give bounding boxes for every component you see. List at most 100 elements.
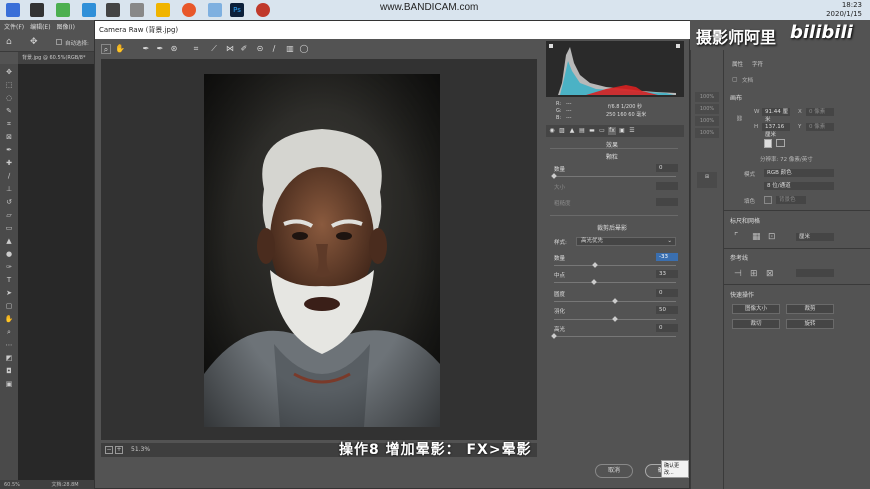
brush-tool-icon[interactable]: ∕	[4, 172, 14, 180]
tab-basic-icon[interactable]: ◉	[548, 127, 556, 135]
trim-button[interactable]: 裁切	[732, 319, 780, 329]
image-preview[interactable]	[101, 59, 537, 440]
document-tab[interactable]: 背景.jpg @ 60.5%(RGB/8*	[18, 52, 100, 64]
mail-icon[interactable]	[82, 3, 96, 17]
eraser-icon[interactable]: ▱	[4, 211, 14, 219]
tab-calibration-icon[interactable]: ▣	[618, 127, 626, 135]
eyedropper-icon[interactable]: ✒	[4, 146, 14, 154]
vignette-style-select[interactable]: 高光优先 ⌄	[576, 237, 676, 246]
folder-icon[interactable]	[156, 3, 170, 17]
pixel-grid-icon[interactable]: ⊡	[768, 232, 776, 242]
crop-button[interactable]: 裁剪	[786, 304, 834, 314]
redeye-icon[interactable]: ⊝	[255, 44, 265, 54]
record-icon[interactable]	[256, 3, 270, 17]
healing-icon[interactable]: ✚	[4, 159, 14, 167]
color-sampler-icon[interactable]: ✒	[155, 44, 165, 54]
link-icon[interactable]: ⛓	[736, 116, 743, 122]
color-swatches-icon[interactable]: ◩	[4, 354, 14, 362]
vignette-roundness-value[interactable]: 0	[656, 289, 678, 297]
home-icon[interactable]: ⌂	[6, 37, 12, 47]
zoom-tool-icon[interactable]: ⌕	[4, 328, 14, 336]
more-tools-icon[interactable]: ⋯	[4, 341, 14, 349]
crop-tool-icon[interactable]: ⌗	[191, 44, 201, 54]
slider-thumb[interactable]	[551, 173, 557, 179]
blur-icon[interactable]: ▲	[4, 237, 14, 245]
app-icon[interactable]	[56, 3, 70, 17]
tab-curve-icon[interactable]: ▨	[558, 127, 566, 135]
fill-select[interactable]: 背景色	[776, 196, 806, 204]
hand-tool-icon[interactable]: ✋	[115, 44, 125, 54]
side-item[interactable]: 100%	[695, 92, 719, 102]
autoselect-checkbox[interactable]	[56, 39, 62, 45]
store-icon[interactable]	[30, 3, 44, 17]
targeted-adjust-icon[interactable]: ⊛	[169, 44, 179, 54]
vignette-roundness-slider[interactable]	[554, 298, 676, 304]
tab-split-icon[interactable]: ▬	[588, 127, 596, 135]
history-brush-icon[interactable]: ↺	[4, 198, 14, 206]
pen-tool-icon[interactable]: ✑	[4, 263, 14, 271]
tab-character[interactable]: 字符	[752, 60, 763, 68]
guide-layout-icon[interactable]: ⊞	[750, 269, 758, 279]
depth-select[interactable]: 8 位/通道	[764, 182, 834, 190]
white-balance-icon[interactable]: ✒	[141, 44, 151, 54]
move-tool-icon[interactable]: ✥	[30, 37, 38, 47]
landscape-orientation-icon[interactable]	[776, 139, 785, 147]
zoom-in-icon[interactable]: +	[115, 446, 123, 454]
crop-tool-icon[interactable]: ⌗	[4, 120, 14, 128]
mode-select[interactable]: RGB 颜色	[764, 169, 834, 177]
grain-amount-value[interactable]: 0	[656, 164, 678, 172]
spot-removal-icon[interactable]: ✐	[239, 44, 249, 54]
slider-thumb[interactable]	[612, 298, 618, 304]
type-tool-icon[interactable]: T	[4, 276, 14, 284]
fill-swatch[interactable]	[764, 196, 772, 204]
grid-icon[interactable]: ▦	[752, 232, 761, 242]
vignette-highlights-slider[interactable]	[551, 333, 676, 339]
side-item[interactable]: 100%	[695, 104, 719, 114]
menu-edit[interactable]: 编辑(E)	[30, 22, 50, 31]
camera-icon[interactable]	[106, 3, 120, 17]
photoshop-icon[interactable]: Ps	[230, 3, 244, 17]
vignette-feather-slider[interactable]	[554, 316, 676, 322]
tab-lens-icon[interactable]: ▭	[598, 127, 606, 135]
units-select[interactable]: 厘米	[796, 233, 834, 241]
transform-icon[interactable]: ⋈	[225, 44, 235, 54]
guide-lock-icon[interactable]: ⊠	[766, 269, 774, 279]
vignette-feather-value[interactable]: 50	[656, 306, 678, 314]
quickmask-icon[interactable]: ◘	[4, 367, 14, 375]
frame-tool-icon[interactable]: ⊠	[4, 133, 14, 141]
path-select-icon[interactable]: ➤	[4, 289, 14, 297]
panel-toggle-icon[interactable]: ⊞	[697, 172, 717, 188]
radial-filter-icon[interactable]: ◯	[299, 44, 309, 54]
browser-icon[interactable]	[182, 3, 196, 17]
tab-fx-icon[interactable]: fx	[608, 127, 616, 135]
side-item[interactable]: 100%	[695, 116, 719, 126]
menu-image[interactable]: 图像(I)	[56, 22, 74, 31]
hand-tool-icon[interactable]: ✋	[4, 315, 14, 323]
guide-add-icon[interactable]: ⊣	[734, 269, 742, 279]
side-item[interactable]: 100%	[695, 128, 719, 138]
tab-detail-icon[interactable]: ▲	[568, 127, 576, 135]
zoom-tool-icon[interactable]: ⌕	[101, 44, 111, 54]
vignette-midpoint-value[interactable]: 33	[656, 270, 678, 278]
app2-icon[interactable]	[208, 3, 222, 17]
zoom-out-icon[interactable]: −	[105, 446, 113, 454]
tab-hsl-icon[interactable]: ▤	[578, 127, 586, 135]
menu-file[interactable]: 文件(F)	[4, 22, 24, 31]
portrait-orientation-icon[interactable]	[764, 139, 772, 148]
guide-style-select[interactable]	[796, 269, 834, 277]
tab-properties[interactable]: 属性	[732, 60, 743, 68]
zoom-level[interactable]: 51.3%	[131, 446, 150, 453]
vignette-amount-slider[interactable]	[554, 262, 676, 268]
quick-select-icon[interactable]: ✎	[4, 107, 14, 115]
slider-thumb[interactable]	[591, 279, 598, 285]
start-icon[interactable]	[6, 3, 20, 17]
marquee-tool-icon[interactable]: ⬚	[4, 81, 14, 89]
image-size-button[interactable]: 图像大小	[732, 304, 780, 314]
y-field[interactable]: 0 像素	[806, 123, 834, 131]
stamp-tool-icon[interactable]: ⊥	[4, 185, 14, 193]
width-field[interactable]: 91.44 厘米	[762, 108, 790, 123]
dodge-icon[interactable]: ●	[4, 250, 14, 258]
slider-thumb[interactable]	[612, 316, 618, 322]
grain-amount-slider[interactable]	[551, 173, 676, 179]
vignette-highlights-value[interactable]: 0	[656, 324, 678, 332]
